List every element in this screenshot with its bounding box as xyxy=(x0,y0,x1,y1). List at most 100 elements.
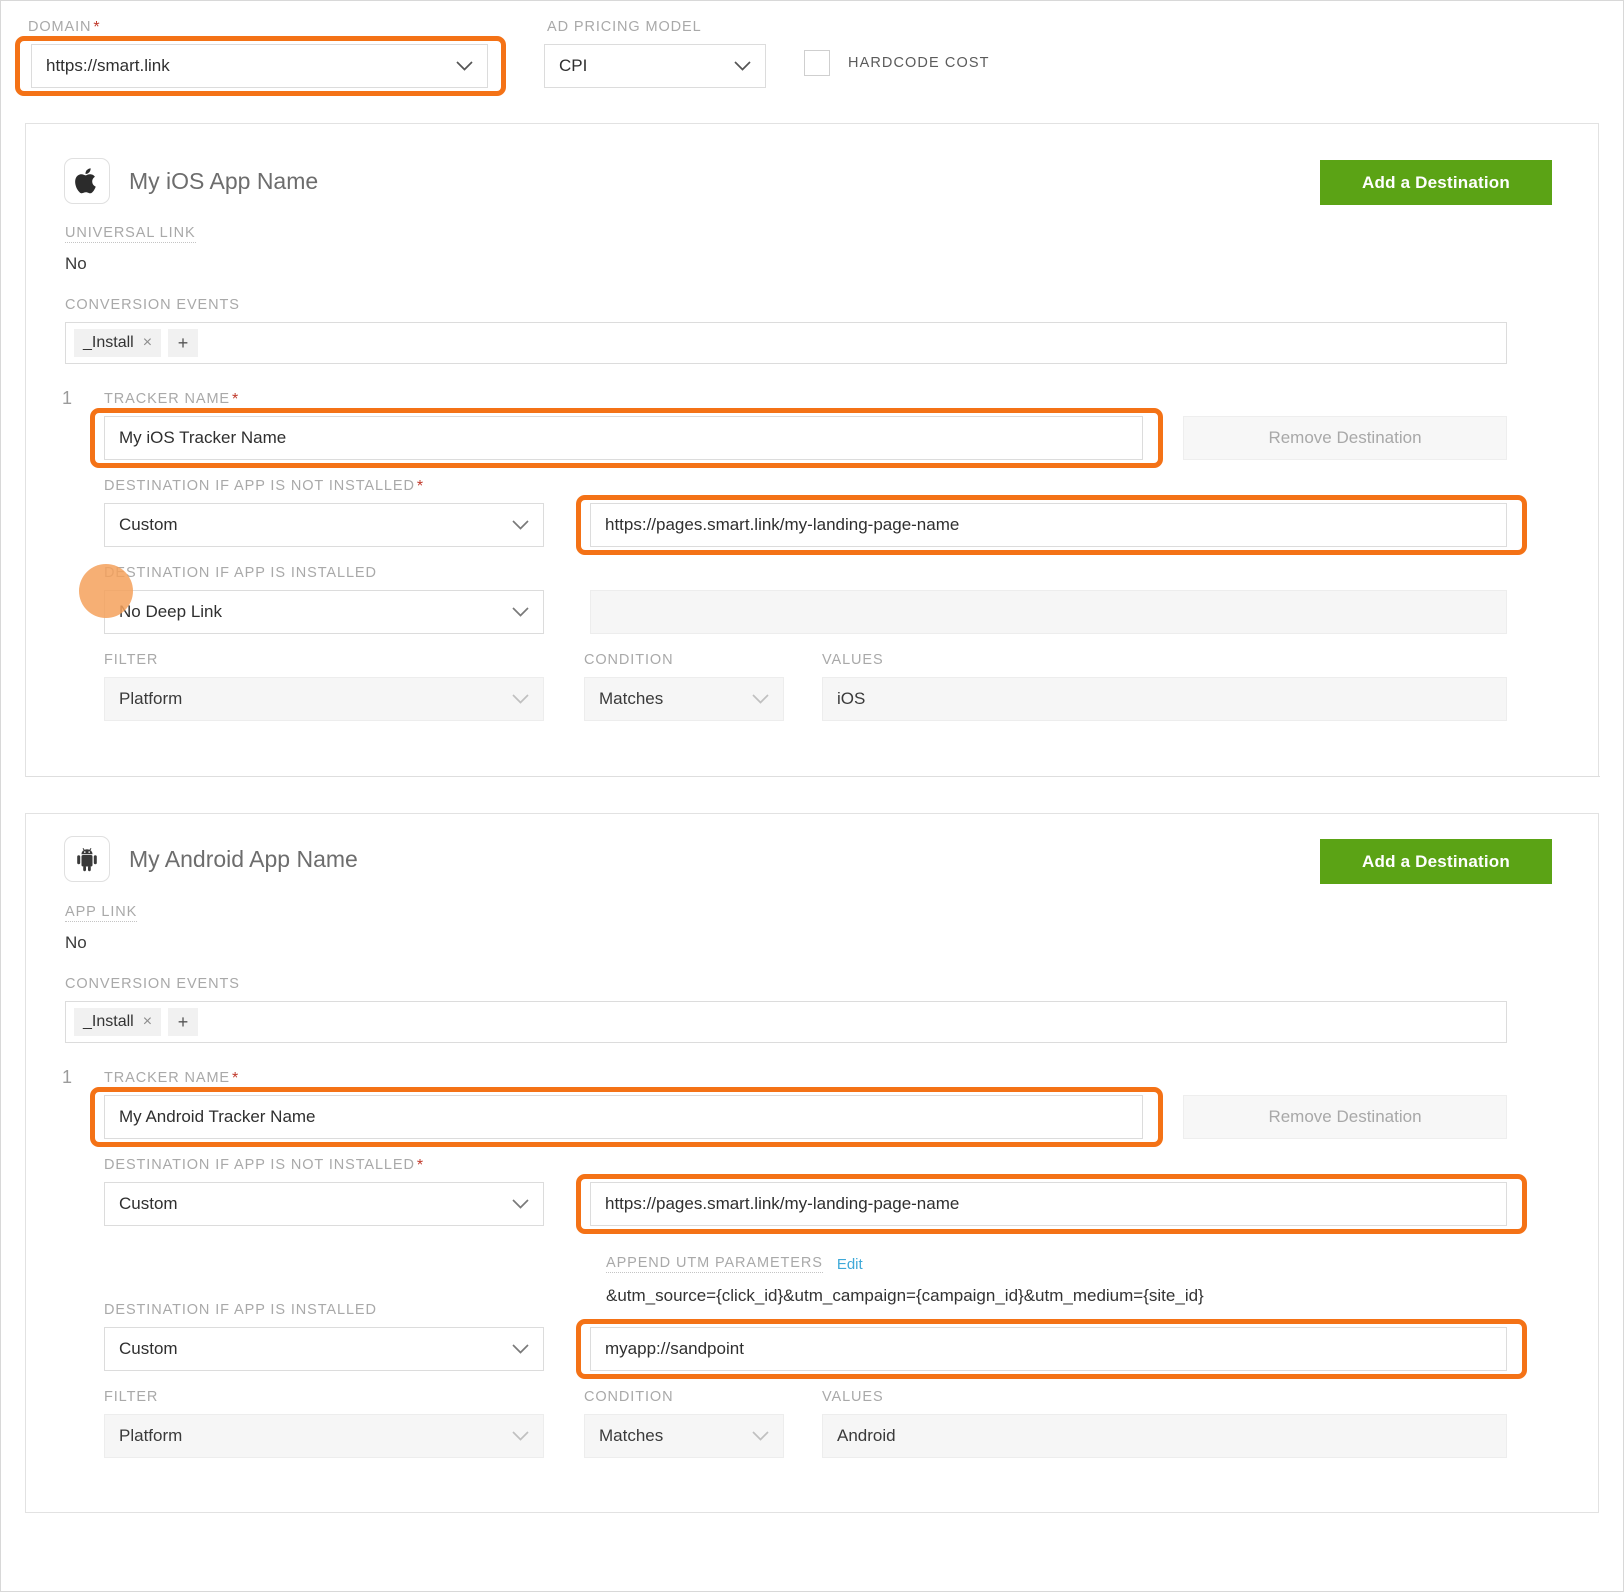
append-utm-parameters-value: &utm_source={click_id}&utm_campaign={cam… xyxy=(606,1286,1204,1305)
android-tracker-name-label: TRACKER NAME xyxy=(104,1070,231,1086)
android-destination-installed-label: DESTINATION IF APP IS INSTALLED xyxy=(104,1302,377,1318)
chevron-down-icon xyxy=(512,607,529,617)
conversion-event-chip[interactable]: _Install × xyxy=(74,1008,162,1036)
ios-conversion-events-field[interactable]: _Install × + xyxy=(65,322,1507,364)
app-link-value: No xyxy=(65,933,87,952)
hardcode-cost-label: HARDCODE COST xyxy=(848,55,990,71)
ios-link-type-label-wrap: UNIVERSAL LINK xyxy=(65,224,196,243)
android-condition-label-wrap: CONDITION xyxy=(584,1388,673,1406)
ad-pricing-model-label: AD PRICING MODEL xyxy=(547,19,702,35)
tracker-name-required-asterisk: * xyxy=(232,391,239,408)
ios-destination-index: 1 xyxy=(62,388,73,408)
domain-required-asterisk: * xyxy=(93,19,100,36)
domain-value: https://smart.link xyxy=(46,56,170,75)
chevron-down-icon xyxy=(512,1431,529,1441)
ios-values-value: iOS xyxy=(837,689,866,708)
android-tracker-name-value: My Android Tracker Name xyxy=(119,1107,316,1126)
conversion-event-chip[interactable]: _Install × xyxy=(74,329,162,357)
android-installed-url-value: myapp://sandpoint xyxy=(605,1339,744,1358)
ios-not-installed-url-value: https://pages.smart.link/my-landing-page… xyxy=(605,515,960,534)
ios-installed-label-wrap: DESTINATION IF APP IS INSTALLED xyxy=(104,564,377,582)
append-utm-parameters-label: APPEND UTM PARAMETERS xyxy=(606,1255,823,1273)
android-not-installed-type-value: Custom xyxy=(119,1194,178,1213)
android-app-header: My Android App Name xyxy=(64,836,358,882)
android-not-installed-label-wrap: DESTINATION IF APP IS NOT INSTALLED * xyxy=(104,1156,423,1174)
ios-filter-label: FILTER xyxy=(104,652,159,668)
close-icon[interactable]: × xyxy=(143,334,152,352)
android-conversion-events-label-wrap: CONVERSION EVENTS xyxy=(65,975,240,993)
ios-condition-select: Matches xyxy=(584,677,784,721)
android-conversion-events-label: CONVERSION EVENTS xyxy=(65,976,240,992)
ios-tracker-name-value: My iOS Tracker Name xyxy=(119,428,287,447)
chevron-down-icon xyxy=(456,61,473,71)
ios-not-installed-type-select[interactable]: Custom xyxy=(104,503,544,547)
android-condition-select: Matches xyxy=(584,1414,784,1458)
ios-tracker-name-label: TRACKER NAME xyxy=(104,391,231,407)
ios-values-label: VALUES xyxy=(822,652,884,668)
ios-not-installed-label-wrap: DESTINATION IF APP IS NOT INSTALLED * xyxy=(104,477,423,495)
android-not-installed-url-value: https://pages.smart.link/my-landing-page… xyxy=(605,1194,960,1213)
android-filter-value: Platform xyxy=(119,1426,183,1445)
chevron-down-icon xyxy=(512,520,529,530)
tracker-name-required-asterisk: * xyxy=(232,1070,239,1087)
ios-installed-type-select[interactable]: No Deep Link xyxy=(104,590,544,634)
ios-destination-installed-label: DESTINATION IF APP IS INSTALLED xyxy=(104,565,377,581)
ios-app-name: My iOS App Name xyxy=(129,167,319,194)
android-app-name: My Android App Name xyxy=(129,845,358,872)
android-conversion-events-field[interactable]: _Install × + xyxy=(65,1001,1507,1043)
android-tracker-name-label-wrap: TRACKER NAME * xyxy=(104,1069,238,1087)
chevron-down-icon xyxy=(752,1431,769,1441)
android-tracker-name-input[interactable]: My Android Tracker Name xyxy=(104,1095,1143,1139)
android-filter-label-wrap: FILTER xyxy=(104,1388,158,1406)
ad-pricing-model-value: CPI xyxy=(559,56,588,75)
ios-values-label-wrap: VALUES xyxy=(822,651,884,669)
ios-add-destination-button[interactable]: Add a Destination xyxy=(1320,160,1552,205)
ios-installed-type-value: No Deep Link xyxy=(119,602,223,621)
append-utm-parameters-edit-link[interactable]: Edit xyxy=(837,1256,863,1273)
ios-conversion-events-label-wrap: CONVERSION EVENTS xyxy=(65,296,240,314)
ios-filter-select: Platform xyxy=(104,677,544,721)
android-filter-select: Platform xyxy=(104,1414,544,1458)
chevron-down-icon xyxy=(734,61,751,71)
ios-tracker-name-label-wrap: TRACKER NAME * xyxy=(104,390,238,408)
android-installed-url-input[interactable]: myapp://sandpoint xyxy=(590,1327,1507,1371)
android-not-installed-url-input[interactable]: https://pages.smart.link/my-landing-page… xyxy=(590,1182,1507,1226)
domain-label: DOMAIN xyxy=(28,19,92,35)
android-condition-value: Matches xyxy=(599,1426,664,1445)
android-values-label-wrap: VALUES xyxy=(822,1388,884,1406)
app-link-label: APP LINK xyxy=(65,904,138,922)
ios-installed-url-input xyxy=(590,590,1507,634)
tracker-configuration-page: DOMAIN * https://smart.link AD PRICING MO… xyxy=(0,0,1624,1592)
domain-label-wrap: DOMAIN * xyxy=(28,18,100,36)
add-conversion-event-button[interactable]: + xyxy=(168,1008,199,1036)
android-installed-type-select[interactable]: Custom xyxy=(104,1327,544,1371)
ios-destination-not-installed-label: DESTINATION IF APP IS NOT INSTALLED xyxy=(104,478,415,494)
ad-pricing-model-select[interactable]: CPI xyxy=(544,44,766,88)
android-add-destination-button[interactable]: Add a Destination xyxy=(1320,839,1552,884)
android-installed-type-value: Custom xyxy=(119,1339,178,1358)
ios-not-installed-url-input[interactable]: https://pages.smart.link/my-landing-page… xyxy=(590,503,1507,547)
chevron-down-icon xyxy=(512,1199,529,1209)
android-condition-label: CONDITION xyxy=(584,1389,674,1405)
android-values-value: Android xyxy=(837,1426,896,1445)
conversion-event-label: _Install xyxy=(83,1013,134,1030)
ios-conversion-events-label: CONVERSION EVENTS xyxy=(65,297,240,313)
not-installed-required-asterisk: * xyxy=(416,478,424,495)
ad-pricing-model-label-wrap: AD PRICING MODEL xyxy=(547,18,702,36)
ios-tracker-name-input[interactable]: My iOS Tracker Name xyxy=(104,416,1143,460)
android-platform-card: My Android App Name Add a Destination AP… xyxy=(25,813,1599,1513)
domain-select[interactable]: https://smart.link xyxy=(31,44,488,88)
android-not-installed-type-select[interactable]: Custom xyxy=(104,1182,544,1226)
close-icon[interactable]: × xyxy=(143,1013,152,1031)
append-utm-parameters-row: APPEND UTM PARAMETERS Edit xyxy=(606,1255,863,1273)
android-values-label: VALUES xyxy=(822,1389,884,1405)
android-remove-destination-button[interactable]: Remove Destination xyxy=(1183,1095,1507,1139)
ios-card-bottom-divider xyxy=(26,776,1600,777)
add-conversion-event-button[interactable]: + xyxy=(168,329,199,357)
hardcode-cost-row: HARDCODE COST xyxy=(804,50,990,76)
ios-filter-label-wrap: FILTER xyxy=(104,651,158,669)
android-icon xyxy=(64,836,110,882)
hardcode-cost-checkbox[interactable] xyxy=(804,50,830,76)
ios-not-installed-type-value: Custom xyxy=(119,515,178,534)
ios-remove-destination-button[interactable]: Remove Destination xyxy=(1183,416,1507,460)
